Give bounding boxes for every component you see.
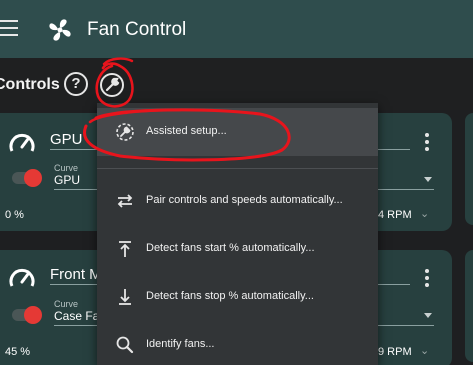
tools-menu: Assisted setup... Pair controls and spee…: [97, 103, 378, 365]
enable-toggle[interactable]: [24, 169, 42, 187]
menu-item-label: Detect fans start % automatically...: [146, 242, 315, 254]
chevron-down-icon[interactable]: [424, 313, 432, 318]
curve-label: Curve: [54, 299, 79, 309]
menu-divider: [97, 168, 378, 169]
app-bar: Fan Control: [0, 0, 473, 58]
search-icon: [116, 336, 134, 354]
control-card-partial: [465, 250, 473, 362]
curve-select[interactable]: Case Fa: [54, 309, 99, 323]
arrow-down-bar-icon: [119, 289, 131, 305]
more-options-icon[interactable]: [425, 133, 429, 154]
menu-item-label: Identify fans...: [146, 338, 215, 350]
expand-chevron-icon[interactable]: ⌄: [420, 344, 429, 357]
enable-toggle[interactable]: [24, 306, 42, 324]
menu-item-identify-fans[interactable]: Identify fans...: [97, 321, 378, 365]
menu-item-label: Detect fans stop % automatically...: [146, 290, 314, 302]
fan-logo-icon: [49, 19, 71, 41]
percent-value: 0 %: [5, 209, 24, 221]
menu-item-pair-controls[interactable]: Pair controls and speeds automatically..…: [97, 177, 378, 225]
arrow-up-bar-icon: [119, 241, 131, 257]
curve-select[interactable]: GPU: [54, 173, 80, 187]
speedometer-icon: [9, 268, 35, 287]
wrench-icon[interactable]: [97, 70, 127, 100]
expand-chevron-icon[interactable]: ⌄: [420, 207, 429, 220]
wrench-icon: [116, 123, 134, 141]
card-title: Front M: [50, 266, 102, 283]
app-title: Fan Control: [87, 19, 187, 40]
menu-item-label: Assisted setup...: [146, 125, 227, 137]
menu-item-detect-start[interactable]: Detect fans start % automatically...: [97, 225, 378, 273]
card-title: GPU: [50, 131, 83, 148]
menu-item-detect-stop[interactable]: Detect fans stop % automatically...: [97, 273, 378, 321]
control-card-partial: [465, 113, 473, 225]
percent-value: 45 %: [5, 346, 31, 358]
swap-arrows-icon: [117, 194, 133, 208]
chevron-down-icon[interactable]: [424, 177, 432, 182]
rpm-value: 4 RPM: [378, 209, 412, 221]
section-title: Controls: [0, 76, 60, 93]
hamburger-menu-icon[interactable]: [0, 20, 18, 36]
speedometer-icon: [9, 133, 35, 152]
curve-label: Curve: [54, 163, 79, 173]
more-options-icon[interactable]: [425, 269, 429, 290]
menu-item-label: Pair controls and speeds automatically..…: [146, 194, 343, 206]
help-icon[interactable]: ?: [64, 72, 88, 96]
rpm-value: 9 RPM: [378, 346, 412, 358]
menu-item-assisted-setup[interactable]: Assisted setup...: [97, 108, 378, 156]
